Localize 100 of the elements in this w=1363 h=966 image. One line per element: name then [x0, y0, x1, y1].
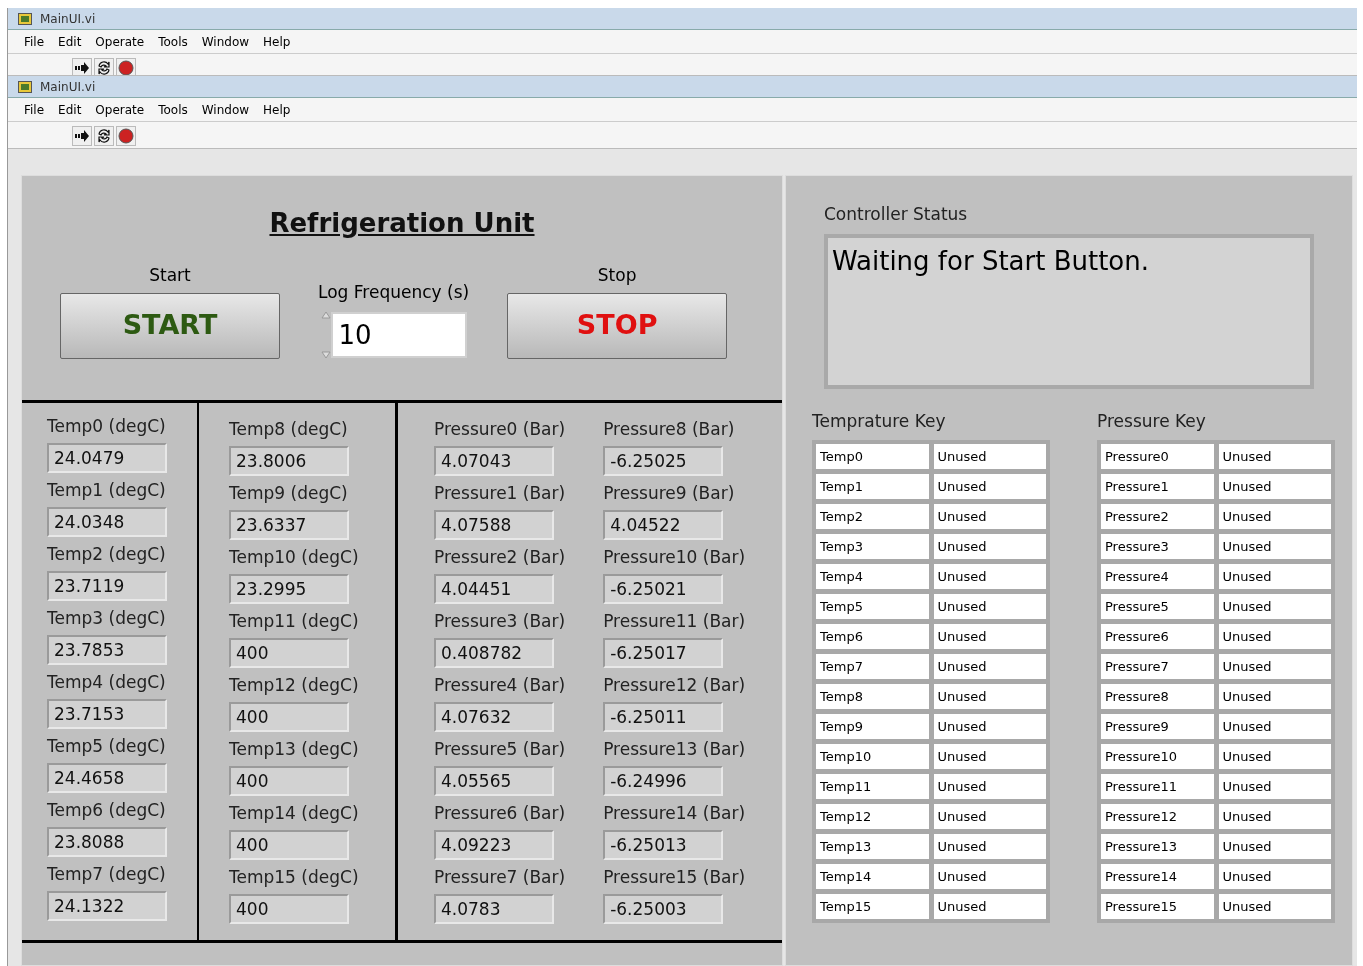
app-icon — [18, 12, 32, 25]
key-name-field[interactable]: Temp6 — [816, 624, 929, 649]
key-value-field[interactable]: Unused — [933, 504, 1046, 529]
key-name-field[interactable]: Pressure11 — [1101, 774, 1214, 799]
key-value-field[interactable]: Unused — [1218, 624, 1331, 649]
key-value-field[interactable]: Unused — [1218, 894, 1331, 919]
reading-label: Temp6 (degC) — [47, 799, 167, 821]
key-name-field[interactable]: Temp9 — [816, 714, 929, 739]
menu-item[interactable]: Operate — [95, 100, 145, 119]
reading-label: Temp11 (degC) — [229, 610, 360, 632]
key-value-field[interactable]: Unused — [933, 834, 1046, 859]
key-name-field[interactable]: Pressure7 — [1101, 654, 1214, 679]
key-value-field[interactable]: Unused — [1218, 684, 1331, 709]
key-value-field[interactable]: Unused — [933, 624, 1046, 649]
reading-value: 4.0783 — [434, 894, 554, 924]
menu-item[interactable]: Tools — [158, 32, 188, 51]
key-name-field[interactable]: Temp8 — [816, 684, 929, 709]
reading-label: Pressure9 (Bar) — [603, 482, 736, 504]
reading-value: 400 — [229, 830, 349, 860]
reading-label: Pressure15 (Bar) — [603, 866, 746, 888]
menu-item[interactable]: Operate — [95, 32, 145, 51]
key-name-field[interactable]: Pressure15 — [1101, 894, 1214, 919]
key-value-field[interactable]: Unused — [933, 594, 1046, 619]
key-value-field[interactable]: Unused — [933, 744, 1046, 769]
key-name-field[interactable]: Pressure14 — [1101, 864, 1214, 889]
key-value-field[interactable]: Unused — [1218, 504, 1331, 529]
key-name-field[interactable]: Pressure8 — [1101, 684, 1214, 709]
menu-item[interactable]: Help — [263, 32, 291, 51]
abort-button[interactable] — [116, 125, 136, 146]
reading-value: 4.09223 — [434, 830, 554, 860]
key-name-field[interactable]: Pressure2 — [1101, 504, 1214, 529]
reading-label: Temp5 (degC) — [47, 735, 167, 757]
key-name-field[interactable]: Temp5 — [816, 594, 929, 619]
controller-status-text: Waiting for Start Button. — [824, 233, 1314, 389]
menu-item[interactable]: Edit — [58, 32, 82, 51]
run-continuously-button[interactable] — [94, 125, 114, 146]
key-value-field[interactable]: Unused — [1218, 834, 1331, 859]
key-value-field[interactable]: Unused — [1218, 864, 1331, 889]
key-value-field[interactable]: Unused — [1218, 474, 1331, 499]
key-name-field[interactable]: Temp13 — [816, 834, 929, 859]
run-continuously-button[interactable] — [94, 57, 114, 75]
key-name-field[interactable]: Pressure10 — [1101, 744, 1214, 769]
reading-value: 23.7119 — [47, 571, 167, 601]
menu-item[interactable]: File — [24, 32, 45, 51]
key-name-field[interactable]: Temp4 — [816, 564, 929, 589]
key-value-field[interactable]: Unused — [1218, 534, 1331, 559]
key-name-field[interactable]: Temp12 — [816, 804, 929, 829]
key-value-field[interactable]: Unused — [1218, 444, 1331, 469]
key-value-field[interactable]: Unused — [1218, 654, 1331, 679]
menu-item[interactable]: Window — [201, 32, 250, 51]
big-button[interactable]: START — [60, 292, 280, 359]
key-name-field[interactable]: Temp2 — [816, 504, 929, 529]
key-name-field[interactable]: Pressure5 — [1101, 594, 1214, 619]
key-value-field[interactable]: Unused — [933, 714, 1046, 739]
key-name-field[interactable]: Temp0 — [816, 444, 929, 469]
key-value-field[interactable]: Unused — [933, 894, 1046, 919]
key-name-field[interactable]: Temp10 — [816, 744, 929, 769]
reading-value: 23.7153 — [47, 699, 167, 729]
reading-label: Pressure2 (Bar) — [434, 546, 566, 568]
run-button[interactable] — [72, 125, 92, 146]
key-value-field[interactable]: Unused — [1218, 714, 1331, 739]
key-name-field[interactable]: Pressure12 — [1101, 804, 1214, 829]
key-value-field[interactable]: Unused — [933, 774, 1046, 799]
key-value-field[interactable]: Unused — [933, 654, 1046, 679]
log-frequency-field[interactable]: 10 — [330, 311, 467, 358]
key-value-field[interactable]: Unused — [933, 474, 1046, 499]
key-value-field[interactable]: Unused — [933, 534, 1046, 559]
menu-item[interactable]: Window — [201, 100, 250, 119]
key-value-field[interactable]: Unused — [1218, 744, 1331, 769]
key-name-field[interactable]: Pressure13 — [1101, 834, 1214, 859]
key-value-field[interactable]: Unused — [933, 564, 1046, 589]
key-name-field[interactable]: Pressure4 — [1101, 564, 1214, 589]
key-value-field[interactable]: Unused — [1218, 594, 1331, 619]
menu-item[interactable]: Edit — [58, 100, 82, 119]
run-button[interactable] — [72, 57, 92, 75]
key-name-field[interactable]: Temp11 — [816, 774, 929, 799]
key-value-field[interactable]: Unused — [1218, 774, 1331, 799]
key-value-field[interactable]: Unused — [933, 444, 1046, 469]
reading-value: -6.25021 — [603, 574, 724, 604]
abort-button[interactable] — [116, 57, 136, 75]
key-name-field[interactable]: Pressure3 — [1101, 534, 1214, 559]
key-value-field[interactable]: Unused — [1218, 564, 1331, 589]
key-name-field[interactable]: Pressure0 — [1101, 444, 1214, 469]
key-value-field[interactable]: Unused — [933, 684, 1046, 709]
menu-item[interactable]: File — [24, 100, 45, 119]
menu-item[interactable]: Tools — [158, 100, 188, 119]
reading-label: Temp1 (degC) — [47, 479, 167, 501]
key-name-field[interactable]: Temp15 — [816, 894, 929, 919]
key-name-field[interactable]: Pressure6 — [1101, 624, 1214, 649]
key-name-field[interactable]: Pressure9 — [1101, 714, 1214, 739]
key-value-field[interactable]: Unused — [933, 804, 1046, 829]
key-name-field[interactable]: Temp3 — [816, 534, 929, 559]
key-name-field[interactable]: Temp7 — [816, 654, 929, 679]
app-icon — [18, 80, 32, 93]
key-name-field[interactable]: Pressure1 — [1101, 474, 1214, 499]
key-value-field[interactable]: Unused — [933, 864, 1046, 889]
key-name-field[interactable]: Temp1 — [816, 474, 929, 499]
key-name-field[interactable]: Temp14 — [816, 864, 929, 889]
menu-item[interactable]: Help — [263, 100, 291, 119]
key-value-field[interactable]: Unused — [1218, 804, 1331, 829]
